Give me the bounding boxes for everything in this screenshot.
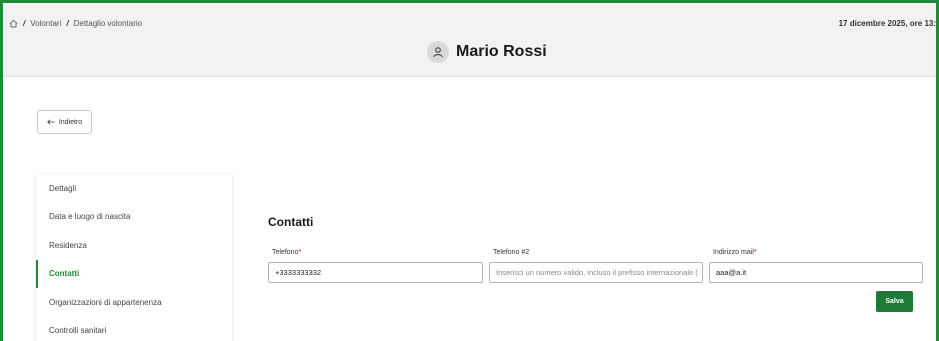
volunteer-name: Mario Rossi	[456, 43, 547, 60]
sidebar-item-label: Controlli sanitari	[49, 326, 107, 336]
sidebar-item-residenza[interactable]: Residenza	[36, 231, 232, 260]
sidebar-item-data-nascita[interactable]: Data e luogo di nascita	[36, 203, 232, 232]
breadcrumb-separator: /	[66, 19, 69, 28]
sidebar-item-label: Data e luogo di nascita	[49, 212, 131, 222]
back-button[interactable]: Indietro	[37, 110, 92, 134]
avatar	[427, 41, 449, 63]
sidebar-item-label: Contatti	[49, 269, 80, 279]
phone-label-text: Telefono	[272, 249, 299, 256]
sidebar-item-label: Residenza	[49, 240, 87, 250]
sidebar-item-label: Organizzazioni di appartenenza	[49, 297, 162, 307]
arrow-left-icon	[47, 119, 55, 125]
breadcrumb-item-volontari[interactable]: Volontari	[30, 19, 61, 28]
sidebar-item-label: Dettagli	[49, 183, 77, 193]
save-button[interactable]: Salva	[876, 291, 913, 312]
sidebar-nav: Dettagli Data e luogo di nascita Residen…	[36, 174, 232, 341]
email-label: Indirizzo mail*	[713, 249, 757, 256]
required-mark: *	[298, 249, 302, 256]
email-label-text: Indirizzo mail	[713, 249, 754, 256]
home-icon[interactable]	[9, 19, 18, 28]
sidebar-item-dettagli[interactable]: Dettagli	[36, 174, 232, 203]
back-button-label: Indietro	[58, 118, 83, 126]
page-title: Mario Rossi	[427, 41, 547, 63]
breadcrumb-separator: /	[23, 19, 26, 28]
user-icon	[433, 47, 443, 58]
sidebar-item-organizzazioni[interactable]: Organizzazioni di appartenenza	[36, 288, 232, 317]
phone-input[interactable]: +3333333332	[268, 262, 483, 283]
header-bar: / Volontari / Dettaglio volontario 17 di…	[3, 3, 936, 77]
section-title: Contatti	[268, 215, 314, 229]
phone-label: Telefono*	[272, 249, 301, 256]
email-input[interactable]: aaa@a.it	[709, 262, 923, 283]
sidebar-item-controlli[interactable]: Controlli sanitari	[36, 317, 232, 341]
breadcrumb-item-dettaglio: Dettaglio volontario	[73, 19, 143, 28]
phone2-input[interactable]: Inserisci un numero valido, incluso il p…	[489, 262, 703, 283]
required-mark: *	[753, 249, 757, 256]
phone2-label: Telefono #2	[493, 249, 530, 256]
datetime-label: 17 dicembre 2025, ore 13:	[838, 19, 936, 28]
sidebar-item-contatti[interactable]: Contatti	[36, 259, 232, 288]
breadcrumb: / Volontari / Dettaglio volontario	[9, 19, 142, 28]
